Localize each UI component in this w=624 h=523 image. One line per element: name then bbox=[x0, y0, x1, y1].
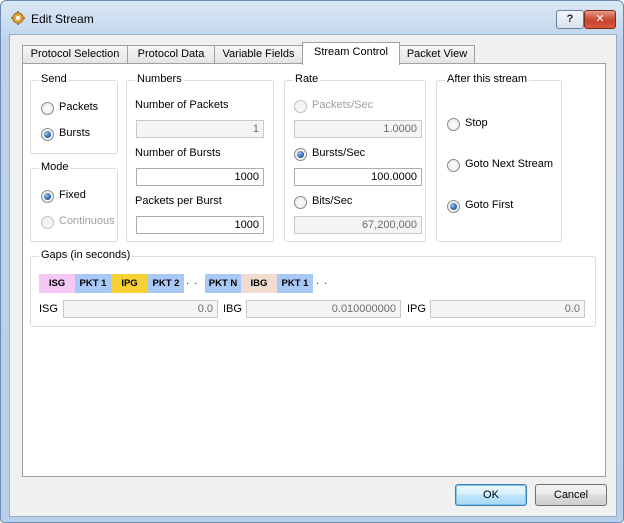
radio-button-disabled[interactable] bbox=[294, 100, 307, 113]
after-goto-first-label: Goto First bbox=[465, 199, 514, 211]
app-gear-icon bbox=[11, 11, 25, 25]
gap-chip-pkt1-next: PKT 1 bbox=[277, 274, 313, 293]
numbers-group-title: Numbers bbox=[135, 73, 184, 85]
ibg-input[interactable]: 0.010000000 bbox=[246, 300, 401, 318]
dialog-client-area: Protocol Selection Protocol Data Variabl… bbox=[9, 34, 617, 517]
gap-chip-ipg: IPG bbox=[111, 274, 148, 293]
num-bursts-label: Number of Bursts bbox=[135, 147, 221, 159]
tab-protocol-selection[interactable]: Protocol Selection bbox=[22, 45, 128, 64]
radio-button-checked[interactable] bbox=[41, 128, 54, 141]
radio-button-checked[interactable] bbox=[447, 200, 460, 213]
bits-sec-label: Bits/Sec bbox=[312, 195, 353, 207]
ibg-label: IBG bbox=[223, 303, 242, 315]
packets-sec-input[interactable]: 1.0000 bbox=[294, 120, 422, 138]
bits-sec-input[interactable]: 67,200,000 bbox=[294, 216, 422, 234]
ipg-label: IPG bbox=[407, 303, 426, 315]
packets-per-burst-label: Packets per Burst bbox=[135, 195, 222, 207]
send-group: Send Packets Bursts bbox=[30, 73, 118, 154]
tab-protocol-data[interactable]: Protocol Data bbox=[127, 45, 215, 64]
mode-fixed-label: Fixed bbox=[59, 189, 86, 201]
gap-ellipsis: · · · bbox=[186, 278, 199, 308]
radio-button-checked[interactable] bbox=[294, 148, 307, 161]
packets-sec-label: Packets/Sec bbox=[312, 99, 374, 111]
stream-control-page: Send Packets Bursts Mode Fixed Continuou… bbox=[22, 63, 606, 477]
radio-button-checked[interactable] bbox=[41, 190, 54, 203]
window-title: Edit Stream bbox=[31, 12, 94, 26]
radio-button[interactable] bbox=[447, 118, 460, 131]
rate-group: Rate Packets/Sec 1.0000 Bursts/Sec 100.0… bbox=[284, 73, 426, 242]
after-stream-group-title: After this stream bbox=[445, 73, 530, 85]
num-packets-label: Number of Packets bbox=[135, 99, 229, 111]
numbers-group: Numbers Number of Packets 1 Number of Bu… bbox=[126, 73, 274, 242]
after-goto-next-label: Goto Next Stream bbox=[465, 158, 554, 170]
gap-ellipsis: · · · bbox=[316, 278, 329, 308]
gap-chip-ibg: IBG bbox=[241, 274, 277, 293]
isg-label: ISG bbox=[39, 303, 58, 315]
bursts-sec-input[interactable]: 100.0000 bbox=[294, 168, 422, 186]
radio-button-disabled[interactable] bbox=[41, 216, 54, 229]
radio-button[interactable] bbox=[447, 159, 460, 172]
gaps-group: Gaps (in seconds) ISG PKT 1 IPG PKT 2 · … bbox=[30, 249, 596, 327]
num-bursts-input[interactable]: 1000 bbox=[136, 168, 264, 186]
close-button[interactable]: ✕ bbox=[584, 10, 616, 29]
ipg-input[interactable]: 0.0 bbox=[430, 300, 585, 318]
ok-button[interactable]: OK bbox=[455, 484, 527, 506]
gap-chip-pkt2: PKT 2 bbox=[148, 274, 184, 293]
gap-chip-isg: ISG bbox=[39, 274, 75, 293]
gaps-group-title: Gaps (in seconds) bbox=[39, 249, 133, 261]
tab-variable-fields[interactable]: Variable Fields bbox=[214, 45, 303, 64]
after-stop-label: Stop bbox=[465, 117, 488, 129]
gap-diagram: ISG PKT 1 IPG PKT 2 · · · PKT N IBG PKT … bbox=[39, 274, 359, 308]
rate-group-title: Rate bbox=[293, 73, 321, 85]
mode-continuous-label: Continuous bbox=[59, 215, 115, 227]
send-bursts-label: Bursts bbox=[59, 127, 91, 139]
send-packets-label: Packets bbox=[59, 101, 99, 113]
tab-stream-control[interactable]: Stream Control bbox=[302, 42, 400, 65]
title-bar[interactable]: Edit Stream ? ✕ bbox=[1, 1, 623, 35]
radio-button[interactable] bbox=[294, 196, 307, 209]
edit-stream-dialog: Edit Stream ? ✕ Protocol Selection Proto… bbox=[0, 0, 624, 523]
num-packets-input[interactable]: 1 bbox=[136, 120, 264, 138]
packets-per-burst-input[interactable]: 1000 bbox=[136, 216, 264, 234]
after-stream-group: After this stream Stop Goto Next Stream … bbox=[436, 73, 562, 242]
mode-group: Mode Fixed Continuous bbox=[30, 161, 118, 242]
gap-chip-pktn: PKT N bbox=[205, 274, 241, 293]
radio-button[interactable] bbox=[41, 102, 54, 115]
bursts-sec-label: Bursts/Sec bbox=[312, 147, 366, 159]
cancel-button[interactable]: Cancel bbox=[535, 484, 607, 506]
mode-group-title: Mode bbox=[39, 161, 71, 173]
send-group-title: Send bbox=[39, 73, 69, 85]
tab-packet-view[interactable]: Packet View bbox=[399, 45, 475, 64]
help-button[interactable]: ? bbox=[556, 10, 584, 29]
isg-input[interactable]: 0.0 bbox=[63, 300, 218, 318]
gap-chip-pkt1: PKT 1 bbox=[75, 274, 111, 293]
